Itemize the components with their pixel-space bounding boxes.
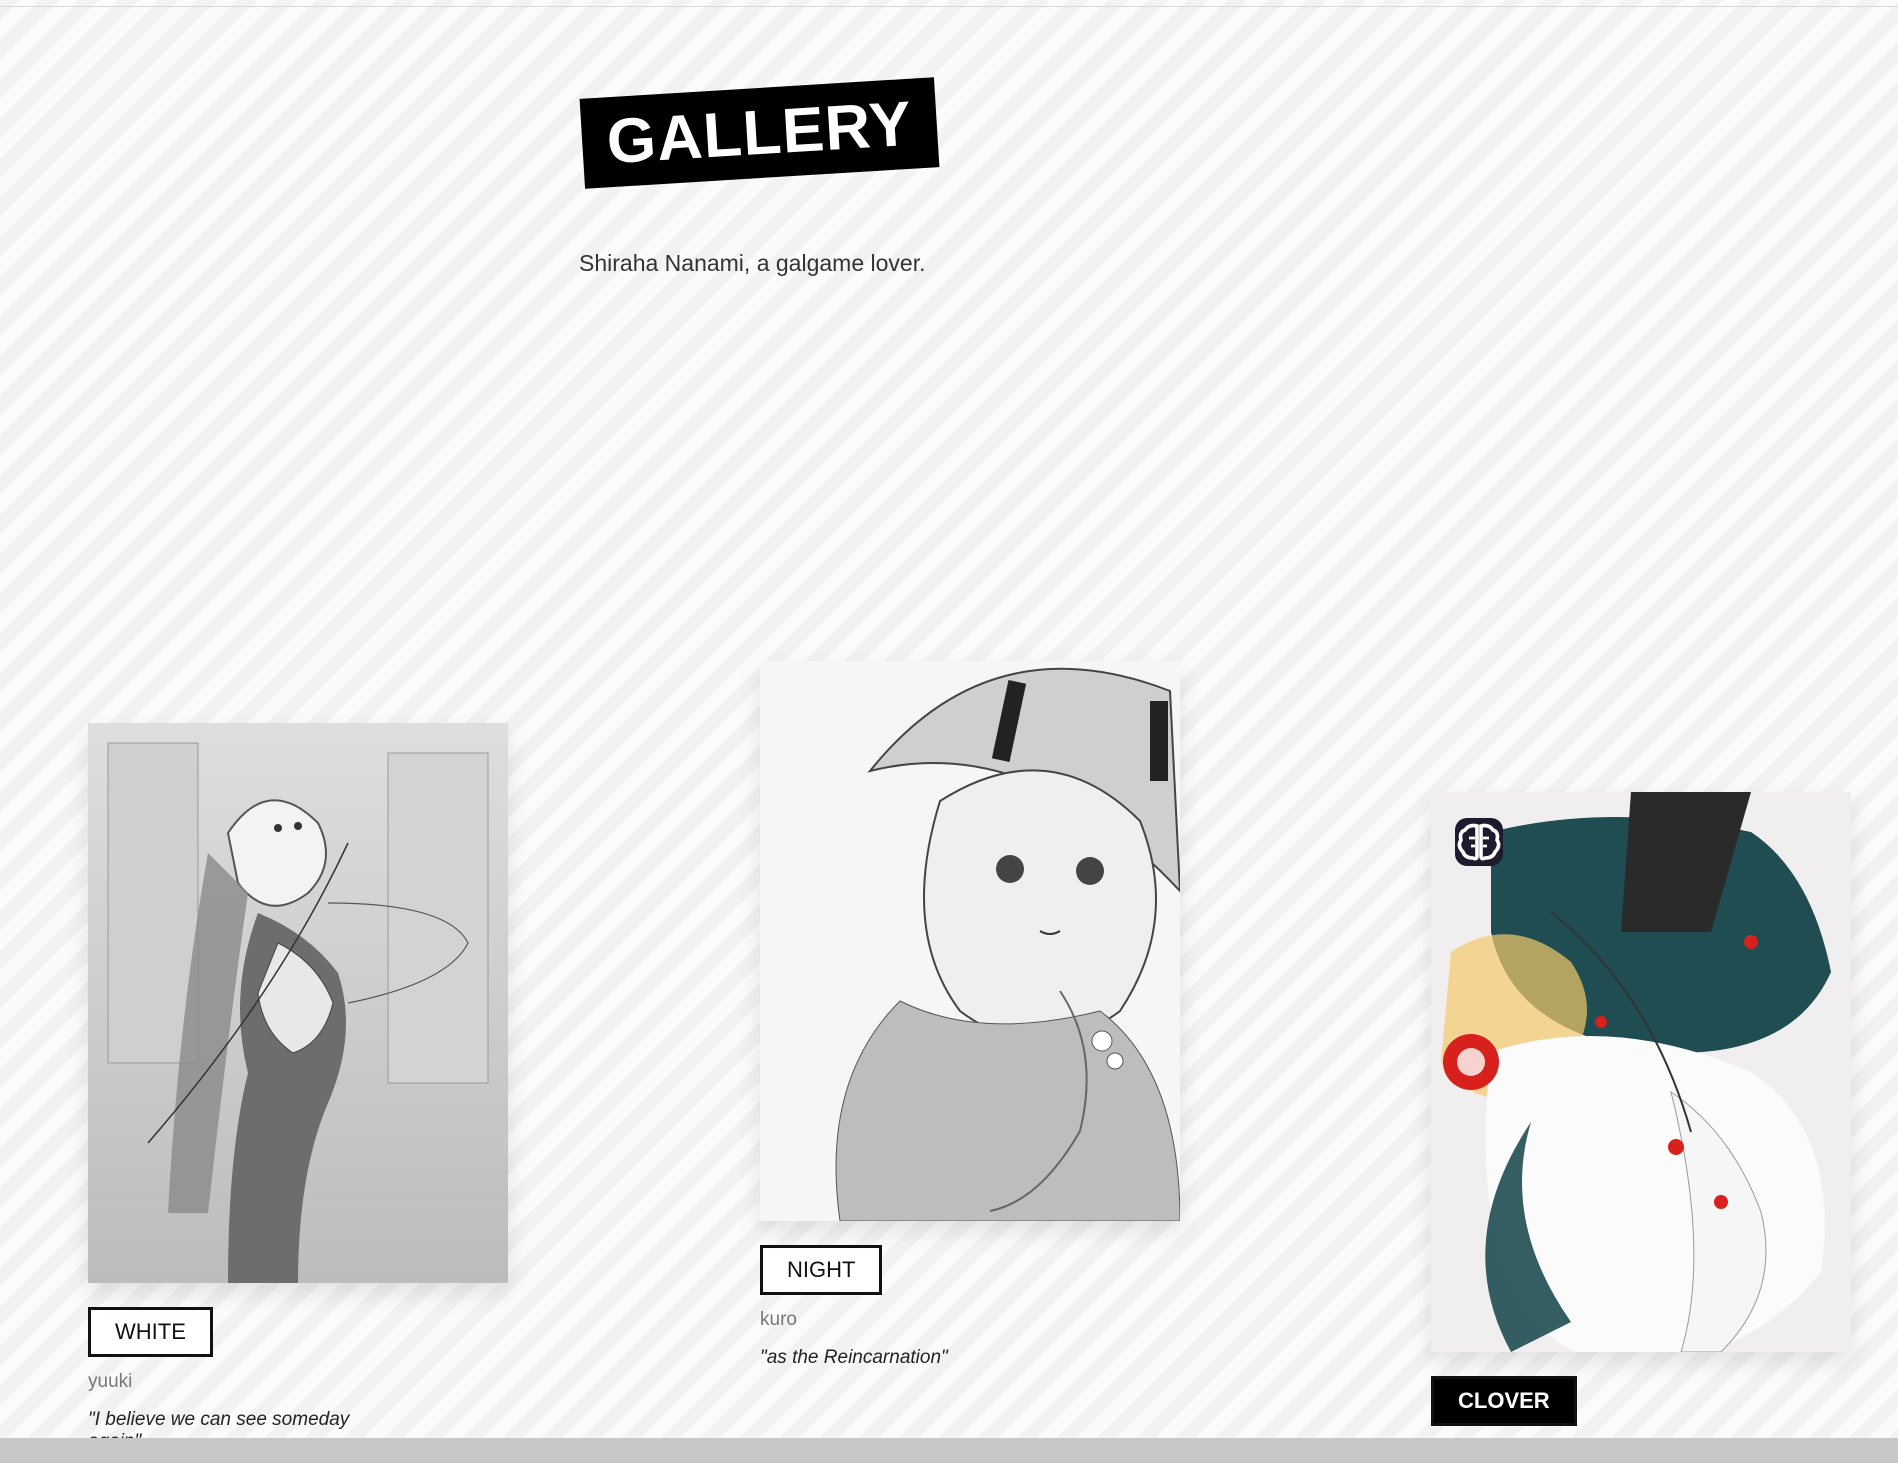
brain-icon[interactable]	[1455, 818, 1503, 866]
page-subtitle: Shiraha Nanami, a galgame lover.	[579, 250, 926, 276]
card-artwork-clover[interactable]	[1431, 792, 1851, 1352]
top-divider	[0, 6, 1898, 7]
page-title: GALLERY	[604, 88, 915, 178]
card-author: yuuki	[88, 1371, 133, 1392]
horizontal-scrollbar[interactable]	[0, 1438, 1898, 1463]
gallery-card-clover: CLOVER	[1431, 792, 1851, 1426]
gallery-card-white: WHITE yuuki "I believe we can see someda…	[88, 723, 508, 1453]
gallery-card-night: NIGHT kuro "as the Reincarnation"	[760, 661, 1180, 1369]
gallery-title-banner: GALLERY	[579, 77, 940, 189]
tag-button-clover[interactable]: CLOVER	[1431, 1376, 1577, 1426]
tag-button-white[interactable]: WHITE	[88, 1307, 213, 1357]
card-artwork-night[interactable]	[760, 661, 1180, 1221]
card-artwork-white[interactable]	[88, 723, 508, 1283]
card-quote: "as the Reincarnation"	[760, 1347, 948, 1368]
tag-button-night[interactable]: NIGHT	[760, 1245, 883, 1295]
card-author: kuro	[760, 1309, 797, 1330]
